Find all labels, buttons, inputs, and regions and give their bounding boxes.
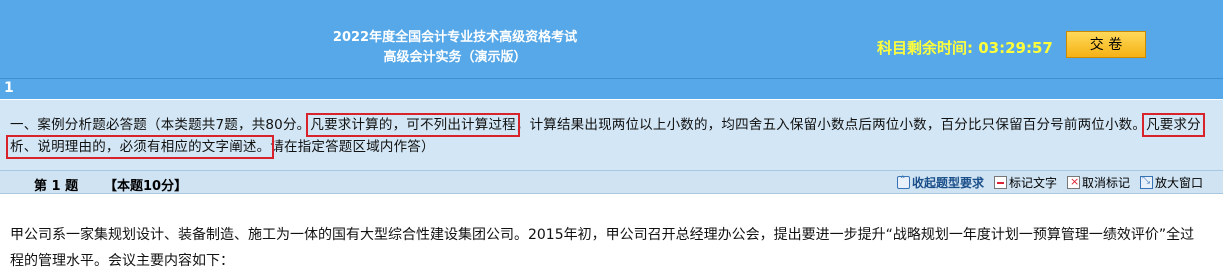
question-body: 甲公司系一家集规划设计、装备制造、施工为一体的国有大型综合性建设集团公司。201… (10, 227, 1195, 269)
remaining-time: 科目剩余时间: 03:29:57 (877, 37, 1053, 58)
instructions-part1: 一、案例分析题必答题（本类题共7题，共80分。 (10, 117, 311, 133)
unmark-label: 取消标记 (1082, 176, 1131, 190)
question-number: 1 (4, 80, 14, 96)
timer-value: 03:29:57 (978, 39, 1053, 57)
mark-text-button[interactable]: 标记文字 (994, 174, 1057, 191)
enlarge-window-icon (1140, 175, 1154, 189)
exam-header: 2022年度全国会计专业技术高级资格考试 高级会计实务（演示版） 科目剩余时间:… (0, 0, 1223, 78)
question-number-bar: 1 (0, 78, 1223, 99)
mark-text-icon (994, 176, 1008, 189)
enlarge-window-label: 放大窗口 (1155, 176, 1204, 190)
instructions-panel: 一、案例分析题必答题（本类题共7题，共80分。凡要求计算的，可不列出计算过程，计… (0, 100, 1223, 170)
instructions-part3: 请在指定答题区域内作答） (270, 139, 435, 155)
unmark-icon (1067, 175, 1081, 189)
unmark-button[interactable]: 取消标记 (1067, 174, 1130, 191)
collapse-icon (897, 174, 910, 189)
submit-button[interactable]: 交 卷 (1066, 31, 1146, 58)
instructions-highlight1: 凡要求计算的，可不列出计算过程 (306, 113, 520, 137)
exam-title-line2: 高级会计实务（演示版） (383, 50, 527, 65)
instructions-text: 一、案例分析题必答题（本类题共7题，共80分。凡要求计算的，可不列出计算过程，计… (6, 113, 1220, 159)
instructions-part2: ，计算结果出现两位以上小数的，均四舍五入保留小数点后两位小数，百分比只保留百分号… (515, 117, 1147, 133)
mark-text-label: 标记文字 (1009, 176, 1058, 190)
question-toolbar: 收起题型要求 标记文字 取消标记 放大窗口 (897, 174, 1203, 191)
enlarge-window-button[interactable]: 放大窗口 (1140, 174, 1203, 191)
collapse-requirements-button[interactable]: 收起题型要求 (897, 174, 984, 191)
exam-title-line1: 2022年度全国会计专业技术高级资格考试 (332, 30, 578, 45)
timer-label: 科目剩余时间: (877, 39, 973, 57)
question-score: 【本题10分】 (104, 179, 188, 194)
collapse-label: 收起题型要求 (912, 176, 985, 190)
exam-title: 2022年度全国会计专业技术高级资格考试 高级会计实务（演示版） (290, 28, 620, 68)
question-label: 第 1 题 (34, 179, 79, 194)
question-header: 第 1 题 【本题10分】 收起题型要求 标记文字 取消标记 放大窗口 (0, 170, 1223, 194)
